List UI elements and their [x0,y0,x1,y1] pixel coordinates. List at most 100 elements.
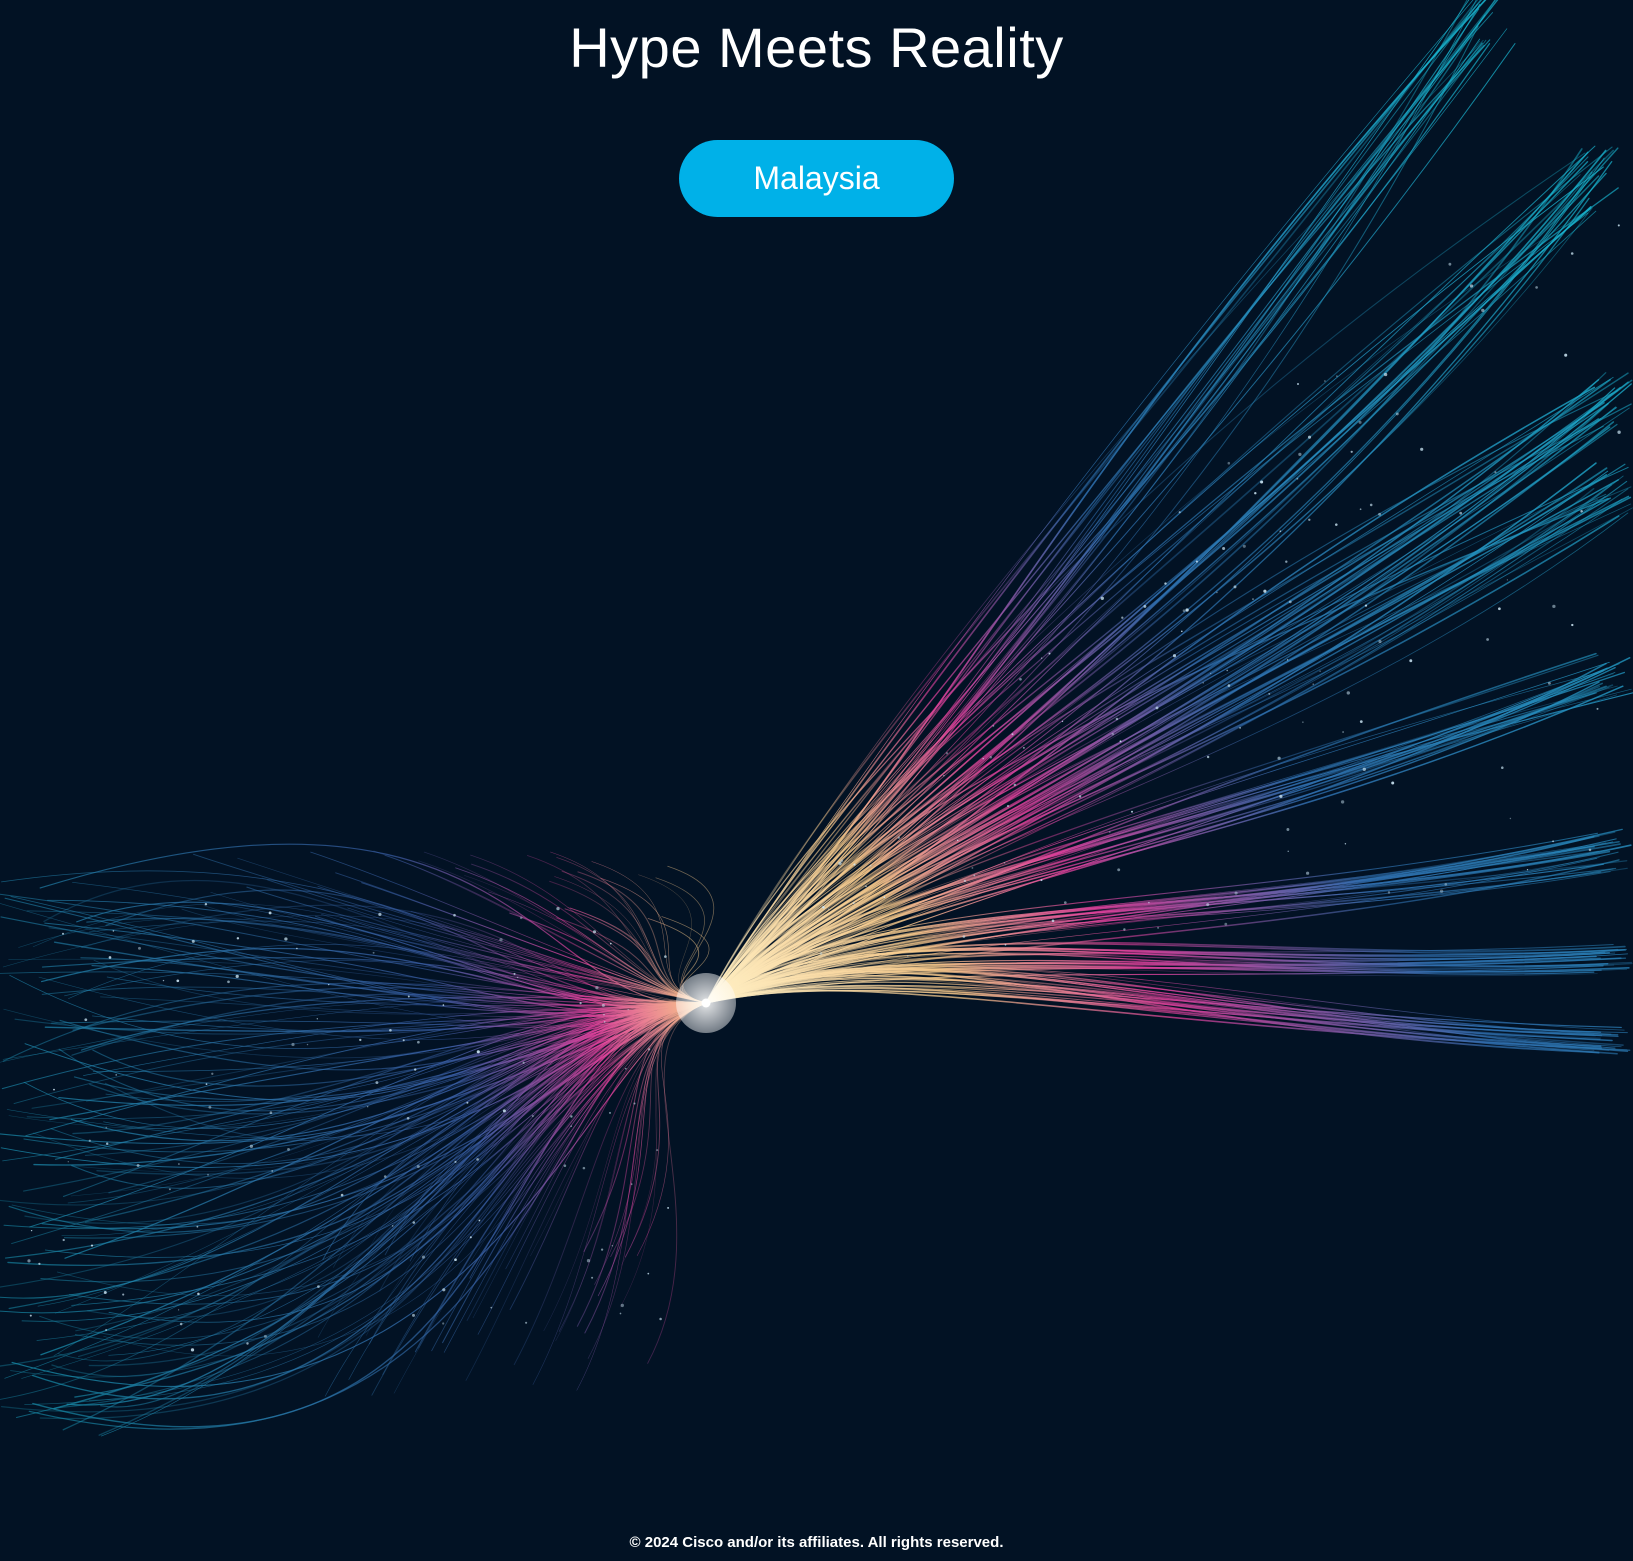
sparkle-dot [211,1072,214,1075]
sparkle-dot [525,1321,528,1324]
sparkle-dot [227,980,230,984]
sparkle-dot [1239,727,1241,729]
sparkle-dot [1007,805,1009,807]
sparkle-dot [1111,732,1115,736]
sparkle-dot [30,1229,33,1232]
sparkle-dot [1117,868,1121,872]
sparkle-dot [138,946,141,950]
sparkle-dot [205,1083,208,1085]
sparkle-dot [852,902,855,905]
sparkle-dot [1157,926,1160,929]
sparkle-dot [1155,706,1159,710]
sparkle-dot [611,1244,614,1247]
sparkle-dot [853,863,856,866]
sparkle-dot [268,911,272,915]
sparkle-dot [1222,546,1226,551]
sparkle-dot [1469,284,1474,288]
sparkle-dot [907,955,909,957]
sparkle-dot [421,1255,425,1259]
sparkle-dot [1206,903,1210,907]
sparkle-dot [1115,717,1119,721]
sparkle-dot [601,1003,605,1007]
sparkle-dot [1617,224,1620,227]
sparkle-dot [317,1285,320,1288]
sparkle-dot [372,951,375,954]
malaysia-button[interactable]: Malaysia [679,140,954,217]
sparkle-dot [519,916,523,920]
sparkle-dot [1509,817,1512,820]
sparkle-dot [1378,512,1382,516]
sparkle-dot [897,836,901,839]
sparkle-dot [1279,794,1283,799]
sparkle-dot [582,1166,586,1170]
sparkle-dot [246,1342,249,1345]
sparkle-dot [1252,598,1254,601]
sparkle-dot [105,1126,108,1129]
sparkle-dot [1448,262,1452,266]
sparkle-dot [633,1102,636,1105]
sparkle-dot [667,1206,670,1209]
sparkle-dot [1596,707,1599,710]
sparkle-dot [236,937,240,940]
light-strands-illustration [0,0,1633,1437]
sparkle-dot [1164,582,1167,585]
sparkle-dot [90,1244,94,1247]
sparkle-dot [1552,840,1555,843]
sparkle-dot [287,1147,290,1151]
sparkle-dot [1121,616,1124,619]
sparkle-dot [1254,491,1257,495]
light-strand [705,480,1628,1004]
sparkle-dot [869,864,872,867]
sparkle-dot [108,956,112,959]
sparkle-dot [1335,523,1338,526]
sparkle-dot [1003,861,1006,864]
sparkle-dot [603,1021,606,1023]
sparkle-dot [1378,640,1382,644]
sparkle-dot [1019,677,1022,681]
sparkle-dot [29,1314,32,1317]
sparkle-dot [162,979,165,982]
sparkle-dot [1547,681,1551,685]
sparkle-dot [1359,508,1362,511]
sparkle-dot [1148,901,1150,904]
sparkle-dot [1226,669,1228,672]
sparkle-dot [1369,503,1373,507]
sparkle-dot [1100,596,1104,600]
sparkle-dot [1263,589,1267,593]
sparkle-dot [840,859,844,863]
sparkle-dot [819,952,823,955]
sparkle-dot [945,752,949,755]
sparkle-dot [62,932,64,935]
sparkle-dot [249,1144,254,1148]
sparkle-dot [191,939,195,943]
sparkle-dot [865,885,867,887]
sparkle-dot [1409,659,1413,663]
sparkle-dot [1279,530,1282,533]
sparkle-dot [406,1116,410,1120]
sparkle-dot [627,1008,629,1011]
sparkle-dot [412,1313,415,1317]
sparkle-dot [391,1225,394,1227]
sparkle-dot [271,1170,274,1172]
sparkle-dot [136,1164,140,1167]
sparkle-dot [1302,721,1304,723]
sparkle-dot [442,1004,445,1006]
sparkle-dot [1004,943,1007,946]
sparkle-dot [1324,380,1326,382]
sparkle-dot [316,1018,318,1020]
sparkle-dot [490,1306,493,1309]
sparkle-dot [1526,869,1529,871]
sparkle-dot [1336,375,1338,377]
sparkle-dot [647,1272,650,1275]
sparkle-dot [1181,630,1183,633]
sparkle-dot [1588,848,1592,852]
sparkle-dot [1494,471,1497,474]
sparkle-dot [38,1262,41,1265]
sparkle-dot [973,874,976,877]
sparkle-dot [1178,511,1181,514]
sparkle-dot [619,1312,622,1315]
sparkle-dot [1364,604,1368,607]
sparkle-dot [1123,928,1126,931]
sparkle-dot [586,1259,591,1263]
sparkle-dot [176,979,180,983]
